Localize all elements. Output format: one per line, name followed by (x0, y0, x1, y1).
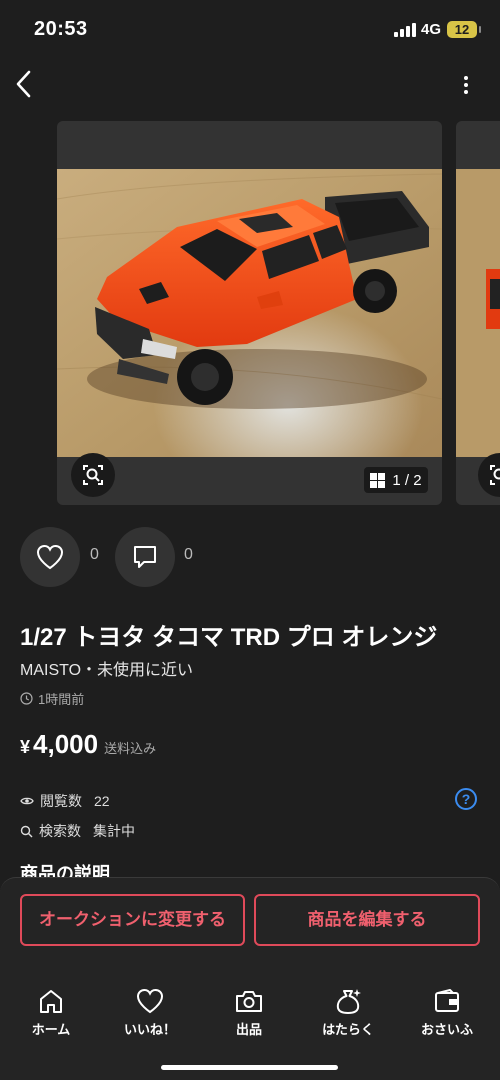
wallet-icon (435, 989, 459, 1012)
search-stat: 検索数 集計中 (20, 821, 135, 841)
help-button[interactable]: ? (455, 788, 477, 810)
image-search-button[interactable] (71, 453, 115, 497)
photo-card-next[interactable] (456, 121, 500, 505)
more-options-button[interactable] (458, 72, 474, 98)
views-label: 閲覧数 (40, 793, 82, 809)
signal-icon (394, 23, 416, 37)
tab-wallet[interactable]: おさいふ (402, 987, 492, 1038)
tab-likes-label: いいね！ (123, 1022, 176, 1037)
status-time: 20:53 (34, 18, 88, 40)
search-icon (20, 825, 33, 837)
comment-button[interactable] (115, 527, 175, 587)
battery-icon: 12 (447, 21, 481, 38)
views-value: 22 (94, 793, 110, 809)
posted-time-text: 1時間前 (38, 692, 85, 707)
item-brand-condition: MAISTO・未使用に近い (20, 662, 194, 679)
page-indicator-text: 1 / 2 (392, 471, 422, 489)
photo-card[interactable]: 1 / 2 (57, 121, 442, 505)
tab-work[interactable]: はたらく (303, 987, 393, 1038)
photo-page-indicator: 1 / 2 (364, 467, 428, 493)
posted-time: 1時間前 (20, 689, 84, 708)
more-dot-icon (464, 90, 468, 94)
shipping-included: 送料込み (104, 741, 157, 756)
money-bag-icon (336, 989, 361, 1014)
home-icon (40, 990, 62, 1013)
image-search-button-next[interactable] (478, 453, 500, 497)
tab-sell-label: 出品 (235, 1022, 262, 1037)
action-panel: オークションに変更する 商品を編集する (0, 877, 500, 1080)
comment-count: 0 (184, 546, 193, 563)
edit-item-button[interactable]: 商品を編集する (254, 894, 480, 946)
like-button[interactable] (20, 527, 80, 587)
network-label: 4G (421, 21, 442, 38)
tab-work-label: はたらく (322, 1022, 374, 1037)
tab-home[interactable]: ホーム (6, 987, 96, 1038)
product-photo-next[interactable] (456, 169, 500, 457)
product-photo[interactable] (57, 169, 442, 457)
grid-icon (370, 472, 386, 488)
heart-icon (36, 544, 64, 570)
price-value: 4,000 (33, 729, 99, 759)
tab-likes[interactable]: いいね！ (105, 987, 195, 1038)
tab-sell[interactable]: 出品 (204, 987, 294, 1038)
chevron-left-icon (16, 70, 31, 98)
search-label: 検索数 (39, 823, 81, 839)
tab-wallet-label: おさいふ (420, 1022, 473, 1037)
views-stat: 閲覧数 22 (20, 791, 110, 811)
status-bar: 20:53 4G 12 (0, 0, 500, 60)
camera-icon (236, 991, 262, 1012)
price: ¥ 4,000 送料込み (20, 729, 156, 760)
home-indicator (161, 1065, 338, 1070)
back-button[interactable] (12, 68, 38, 100)
clock-icon (20, 692, 33, 705)
item-title: 1/27 トヨタ タコマ TRD プロ オレンジ (20, 624, 438, 651)
more-dot-icon (464, 83, 468, 87)
heart-icon (136, 988, 164, 1014)
change-to-auction-button[interactable]: オークションに変更する (20, 894, 245, 946)
like-count: 0 (90, 546, 99, 563)
scan-search-icon (490, 465, 500, 485)
eye-icon (20, 797, 34, 805)
scan-search-icon (83, 465, 103, 485)
currency-symbol: ¥ (20, 737, 31, 757)
comment-icon (134, 546, 156, 568)
more-dot-icon (464, 76, 468, 80)
tab-home-label: ホーム (31, 1022, 71, 1037)
search-value: 集計中 (93, 823, 135, 839)
